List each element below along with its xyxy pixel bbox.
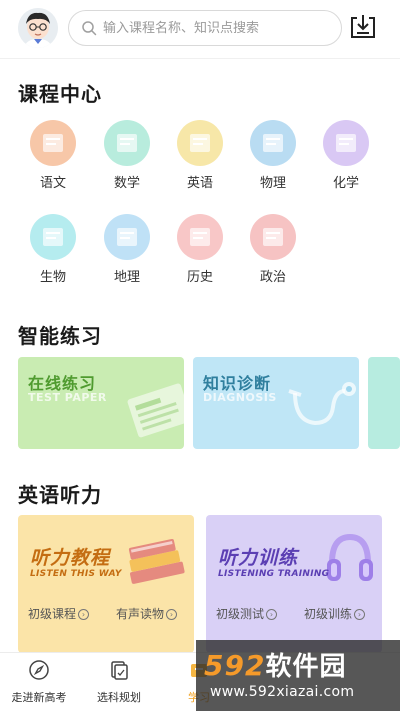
compass-icon [29,660,49,680]
subject-label: 政治 [259,270,286,285]
subject-item[interactable]: 地理 [91,214,163,294]
subject-item[interactable]: 物理 [237,120,309,200]
practice-card-partial[interactable] [368,357,400,449]
physics-device-icon [250,120,296,166]
biology-microscope-icon [30,214,76,260]
courses-section-title: 课程中心 [18,82,102,106]
listening-section-title: 英语听力 [18,483,102,507]
nav-label: 选科规划 [97,691,141,704]
avatar[interactable] [18,8,58,48]
books-icon [128,539,185,584]
subject-label: 物理 [259,176,286,191]
subject-item[interactable]: 数学 [91,120,163,200]
header: 输入课程名称、知识点搜索 [0,0,400,58]
subject-label: 英语 [186,176,213,191]
beginner-training-link[interactable]: 初级训练 › [304,606,366,622]
subject-item[interactable]: 语文 [17,120,89,200]
download-button[interactable] [348,12,378,42]
practice-card-diagnosis[interactable]: 知识诊断 DIAGNOSIS [193,357,359,449]
subject-item[interactable]: 生物 [17,214,89,294]
listening-card-subtitle: LISTEN THIS WAY [30,569,122,579]
english-board-icon [177,120,223,166]
watermark-overlay: 592软件园 www.592xiazai.com [196,640,400,711]
subject-item[interactable]: 化学 [310,120,382,200]
beginner-course-link[interactable]: 初级课程 › [28,606,90,622]
stethoscope-icon [288,382,356,426]
listening-card-subtitle: LISTENING TRAINING [218,569,330,579]
user-avatar-icon [18,8,58,48]
subject-label: 地理 [113,270,140,285]
nav-item-new-gaokao[interactable]: 走进新高考 [0,659,78,709]
geography-building-icon [104,214,150,260]
chevron-right-icon: › [354,609,366,620]
chevron-right-icon: › [166,609,178,620]
subject-label: 生物 [39,270,66,285]
nav-item-subject-planning[interactable]: 选科规划 [80,659,158,709]
link-label: 初级训练 [304,607,353,621]
subject-label: 历史 [186,270,213,285]
chemistry-flask-icon [323,120,369,166]
subject-item[interactable]: 历史 [164,214,236,294]
listening-card-tutorial[interactable]: 听力教程 LISTEN THIS WAY 初级课程 › 有声读物 › [18,515,194,653]
link-label: 初级课程 [28,607,77,621]
chevron-right-icon: › [266,609,278,620]
practice-card-subtitle: DIAGNOSIS [203,391,277,404]
subject-label: 化学 [332,176,359,191]
plan-icon [111,661,128,680]
history-pen-icon [177,214,223,260]
subject-label: 数学 [113,176,140,191]
watermark-url: www.592xiazai.com [210,684,355,700]
download-icon [351,15,375,38]
watermark-name: 软件园 [265,652,347,682]
subject-item[interactable]: 政治 [237,214,309,294]
audiobook-link[interactable]: 有声读物 › [116,606,178,622]
watermark-number: 592 [204,649,266,682]
search-icon [82,21,97,36]
math-compass-icon [104,120,150,166]
link-label: 有声读物 [116,607,165,621]
chinese-book-icon [30,120,76,166]
search-placeholder: 输入课程名称、知识点搜索 [103,21,260,36]
subject-item[interactable]: 英语 [164,120,236,200]
politics-scale-icon [250,214,296,260]
practice-card-subtitle: TEST PAPER [28,391,107,404]
listening-card-title: 听力教程 [30,547,111,569]
subject-label: 语文 [39,176,66,191]
link-label: 初级测试 [216,607,265,621]
practice-card-online[interactable]: 在线练习 TEST PAPER [18,357,184,449]
headphones-icon [327,533,373,581]
listening-card-title: 听力训练 [218,547,299,569]
practice-section-title: 智能练习 [18,324,102,348]
nav-label: 走进新高考 [11,691,67,704]
beginner-test-link[interactable]: 初级测试 › [216,606,278,622]
listening-card-training[interactable]: 听力训练 LISTENING TRAINING 初级测试 › 初级训练 › [206,515,382,653]
chevron-right-icon: › [78,609,90,620]
test-paper-icon [127,383,184,438]
header-divider [0,58,400,59]
watermark-logo: 592软件园 [204,646,346,683]
search-input[interactable]: 输入课程名称、知识点搜索 [68,10,342,46]
